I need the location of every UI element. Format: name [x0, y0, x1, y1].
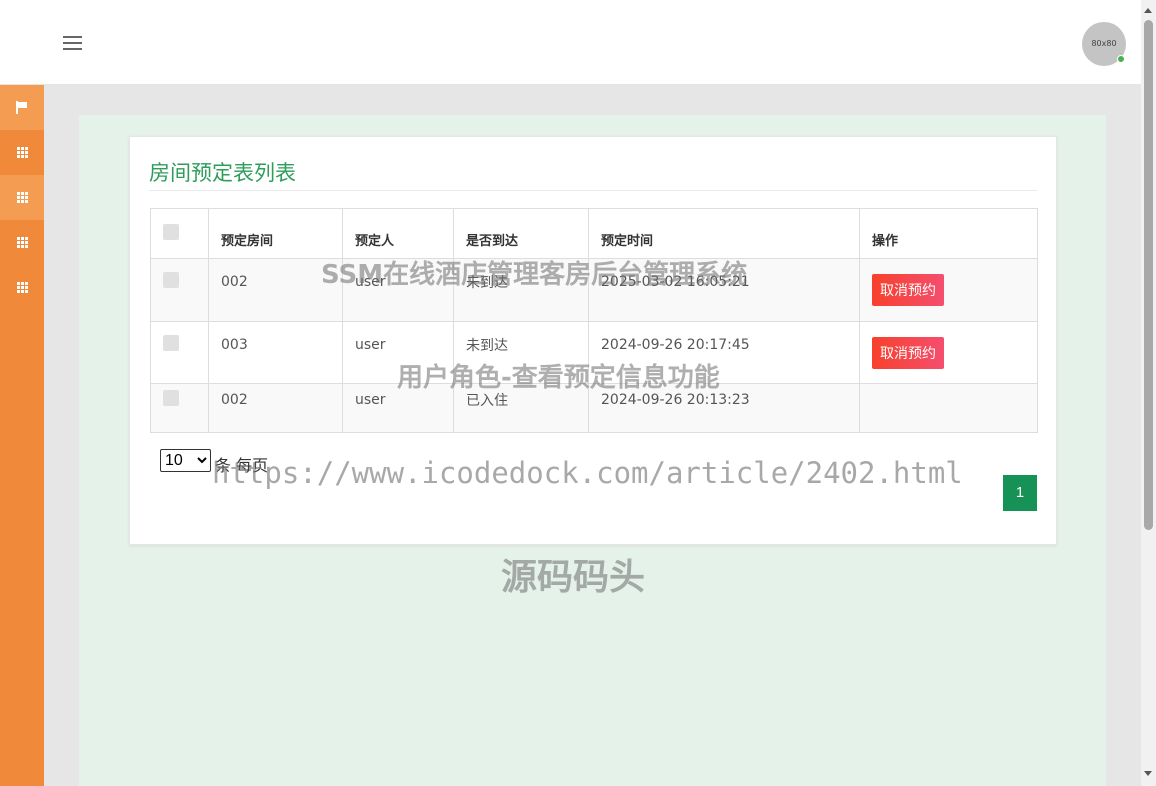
column-header-person[interactable]: 预定人 [342, 208, 454, 259]
grid-icon [16, 237, 28, 248]
column-header-room[interactable]: 预定房间 [208, 208, 343, 259]
cancel-booking-button[interactable]: 取消预约 [872, 336, 944, 369]
scroll-down-icon[interactable] [1144, 771, 1152, 776]
watermark-brand: 源码码头 [501, 557, 646, 598]
vertical-scrollbar[interactable] [1141, 0, 1156, 786]
divider [149, 190, 1037, 191]
cell-room: 003 [208, 321, 343, 384]
page-title: 房间预定表列表 [149, 161, 296, 185]
sidebar [0, 85, 44, 786]
row-checkbox-cell [150, 258, 209, 322]
cell-room: 002 [208, 383, 343, 433]
page-button-current[interactable]: 1 [1003, 475, 1037, 511]
watermark-url: https://www.icodedock.com/article/2402.h… [212, 456, 963, 490]
page-size-select[interactable]: 10 [160, 449, 211, 472]
cell-action: 取消预约 [859, 258, 1038, 322]
sidebar-item-2[interactable] [0, 175, 44, 220]
column-header-arrived[interactable]: 是否到达 [453, 208, 589, 259]
column-header-action: 操作 [859, 208, 1038, 259]
sidebar-item-1[interactable] [0, 130, 44, 175]
sidebar-item-3[interactable] [0, 220, 44, 265]
sidebar-item-home[interactable] [0, 85, 44, 130]
row-checkbox[interactable] [163, 272, 179, 288]
sidebar-item-4[interactable] [0, 265, 44, 310]
scroll-thumb[interactable] [1144, 20, 1153, 530]
watermark-title: SSM在线酒店管理客房后台管理系统 [321, 260, 748, 290]
grid-icon [16, 147, 28, 158]
table-header-row: 预定房间 预定人 是否到达 预定时间 操作 [150, 208, 1038, 259]
flag-icon [16, 101, 28, 114]
column-header-time[interactable]: 预定时间 [588, 208, 860, 259]
cell-action: 取消预约 [859, 321, 1038, 384]
scroll-up-icon[interactable] [1144, 8, 1152, 13]
row-checkbox-cell [150, 383, 209, 433]
watermark-subtitle: 用户角色-查看预定信息功能 [397, 363, 720, 393]
grid-icon [16, 282, 28, 293]
menu-toggle-icon[interactable] [63, 36, 82, 50]
row-checkbox-cell [150, 321, 209, 384]
top-bar: 80x80 [0, 0, 1141, 85]
row-checkbox[interactable] [163, 334, 179, 351]
select-all-checkbox[interactable] [163, 223, 179, 240]
booking-table: 预定房间 预定人 是否到达 预定时间 操作 002 user 未到达 2025-… [150, 208, 1038, 433]
row-checkbox[interactable] [163, 390, 179, 406]
cell-action [859, 383, 1038, 433]
grid-icon [16, 192, 28, 203]
select-all-cell [150, 208, 209, 259]
cancel-booking-button[interactable]: 取消预约 [872, 274, 944, 306]
online-status-dot [1117, 55, 1125, 63]
